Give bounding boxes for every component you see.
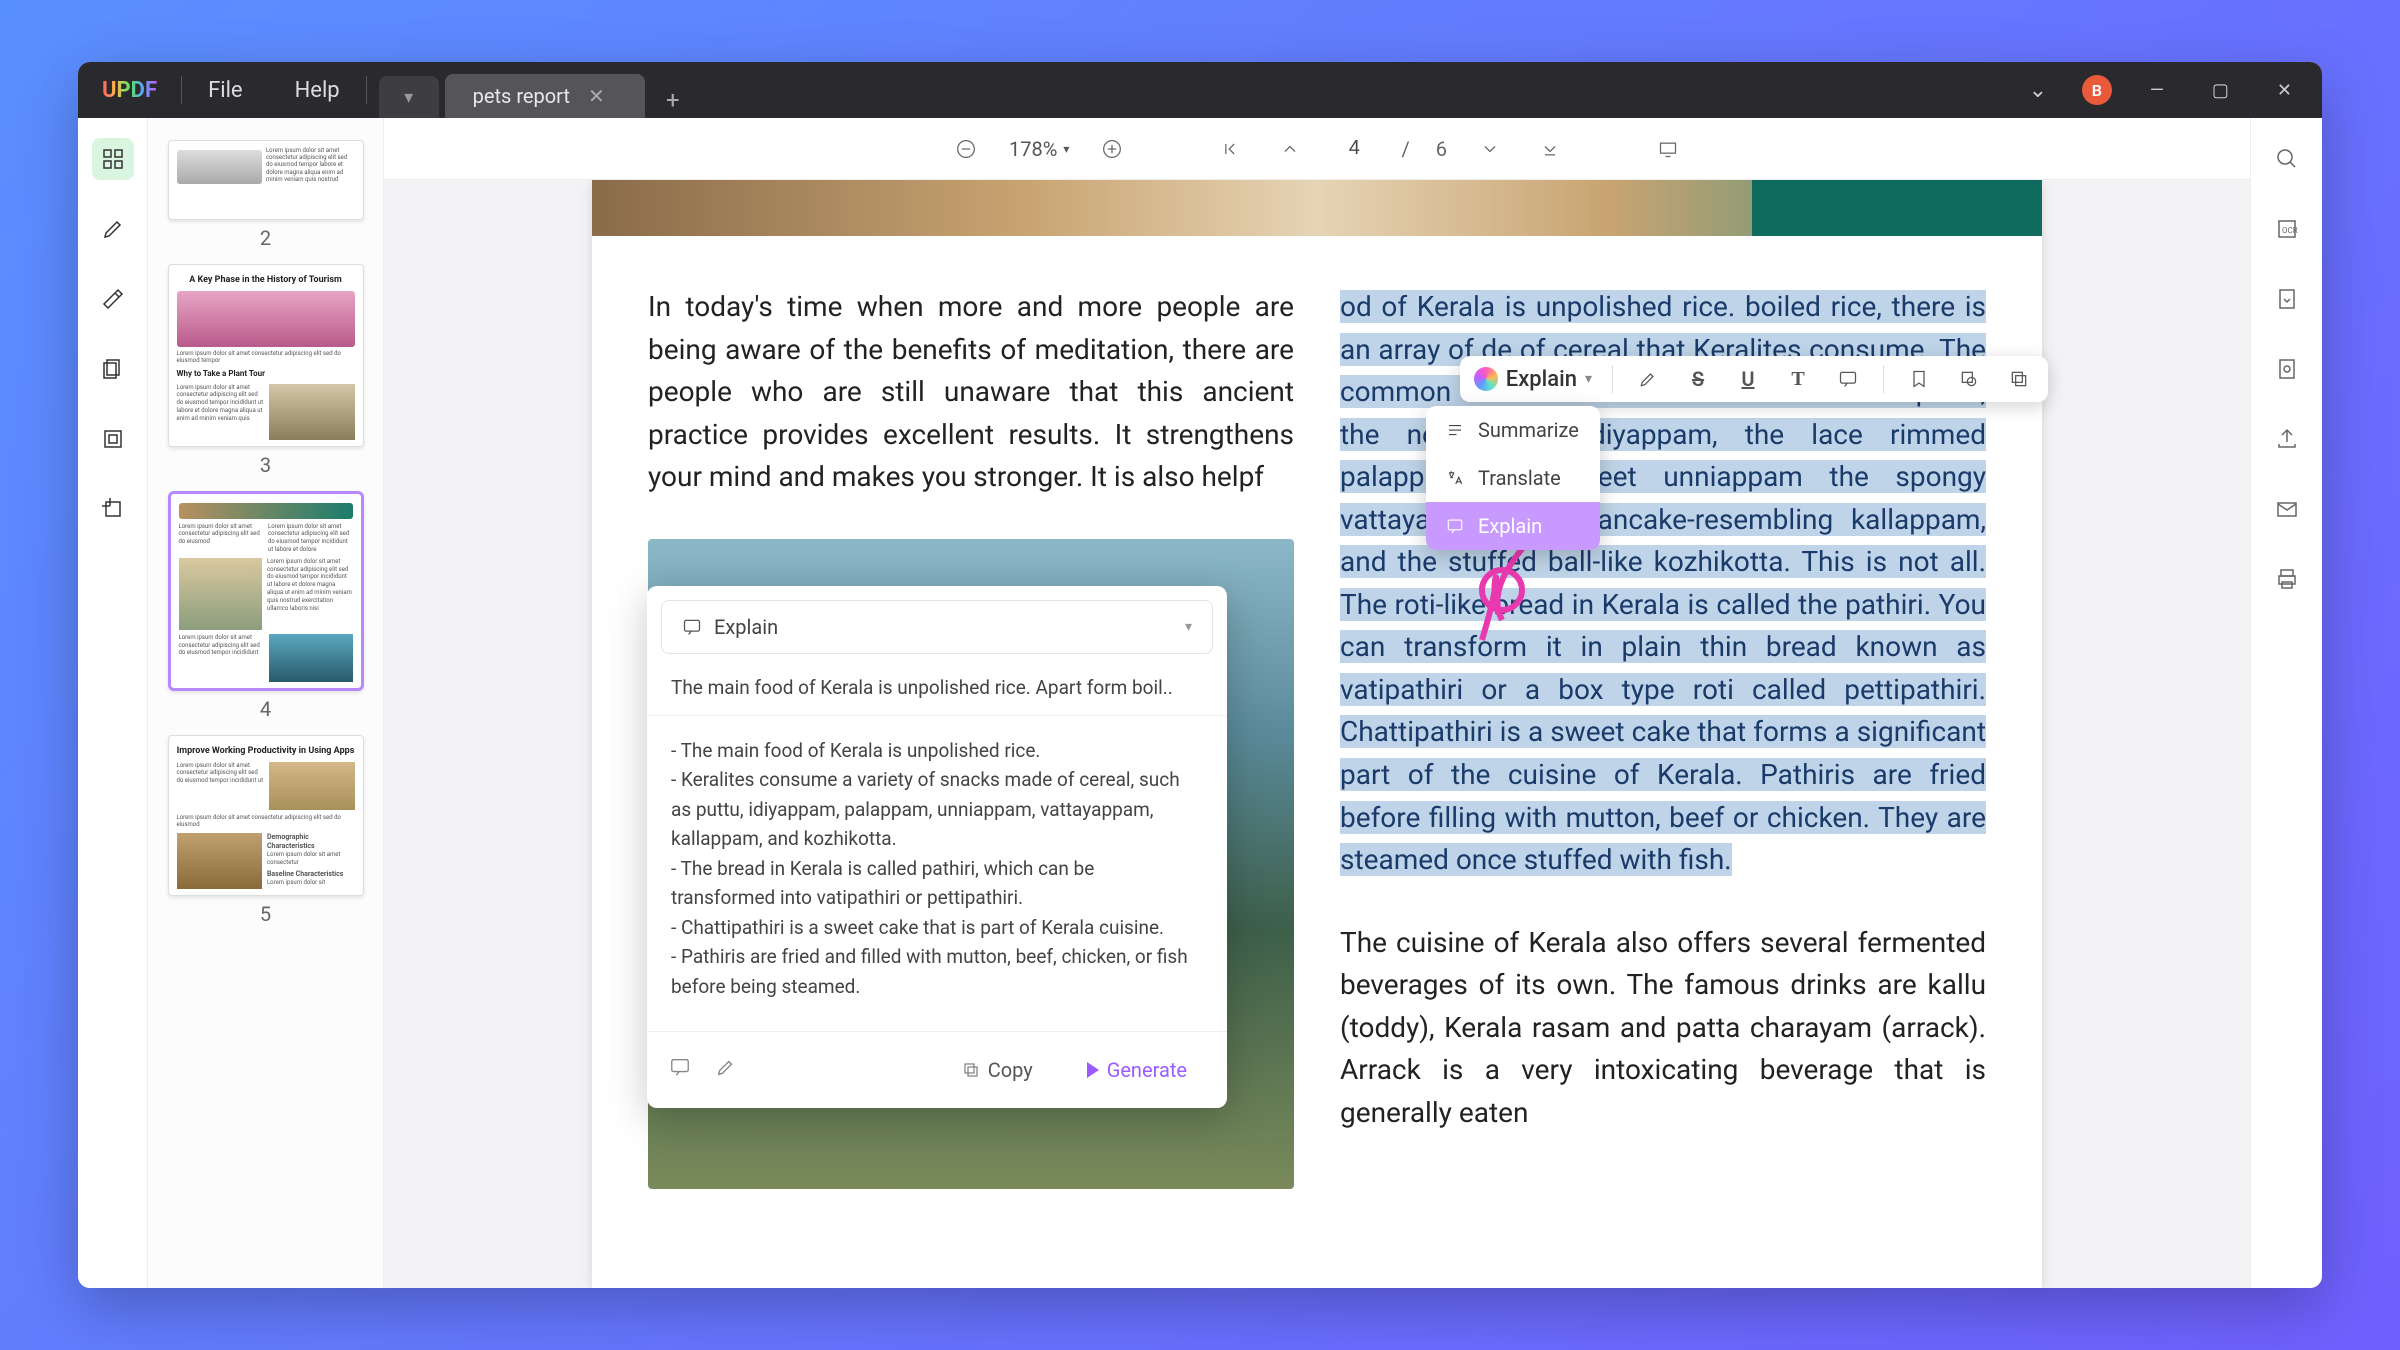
ai-popup-footer: Copy Generate [647, 1031, 1227, 1108]
chat-icon[interactable] [669, 1056, 697, 1084]
page-banner-image [592, 180, 2042, 236]
menu-item-translate[interactable]: Translate [1426, 454, 1600, 502]
generate-button[interactable]: Generate [1069, 1048, 1205, 1092]
copy-button[interactable] [2004, 364, 2034, 394]
email-button[interactable] [2266, 488, 2308, 530]
page-thumb-5[interactable]: Improve Working Productivity in Using Ap… [168, 735, 364, 896]
thumbnails-tool[interactable] [92, 138, 134, 180]
text-button[interactable]: T [1783, 364, 1813, 394]
ai-explain-dropdown[interactable]: Explain ▾ [1474, 367, 1592, 392]
page-toolbar: 178% ▾ / 6 [384, 118, 2250, 180]
search-button[interactable] [2266, 138, 2308, 180]
zoom-in-button[interactable] [1095, 132, 1129, 166]
thumb-subheading: Why to Take a Plant Tour [177, 369, 355, 379]
play-icon [1087, 1062, 1099, 1078]
close-tab-icon[interactable]: ✕ [588, 84, 605, 108]
copy-result-button[interactable]: Copy [944, 1048, 1051, 1092]
document-tab[interactable]: pets report ✕ [445, 74, 645, 118]
page-total: 6 [1436, 137, 1447, 161]
chevron-down-icon[interactable]: ⌄ [2022, 74, 2054, 106]
presentation-button[interactable] [1651, 132, 1685, 166]
document-viewport[interactable]: In today's time when more and more peopl… [384, 180, 2250, 1288]
thumb-number: 4 [166, 697, 365, 721]
thumb-number: 3 [166, 453, 365, 477]
pdf-page: In today's time when more and more peopl… [592, 180, 2042, 1288]
body: Lorem ipsum dolor sit amet consectetur a… [78, 118, 2322, 1288]
thumbnails-panel: Lorem ipsum dolor sit amet consectetur a… [148, 118, 384, 1288]
main-area: 178% ▾ / 6 In today's time whe [384, 118, 2250, 1288]
minimize-button[interactable]: — [2140, 80, 2174, 101]
menu-file[interactable]: File [182, 78, 269, 103]
home-tab[interactable]: ▾ [379, 76, 439, 118]
ocr-button[interactable]: OCR [2266, 208, 2308, 250]
underline-button[interactable]: U [1733, 364, 1763, 394]
prev-page-button[interactable] [1273, 132, 1307, 166]
ai-action-label: Explain [1506, 367, 1577, 392]
highlight-button[interactable] [1633, 364, 1663, 394]
menu-item-explain[interactable]: Explain [1426, 502, 1600, 550]
share-button[interactable] [2266, 418, 2308, 460]
close-button[interactable]: ✕ [2267, 80, 2302, 101]
search-selection-button[interactable] [1954, 364, 1984, 394]
bookmark-button[interactable] [1904, 364, 1934, 394]
separator [366, 76, 367, 104]
highlight-result-icon[interactable] [715, 1056, 743, 1084]
chevron-down-icon: ▾ [1185, 619, 1192, 635]
separator [1612, 365, 1613, 393]
thumb-subheading: Demographic Characteristics [267, 833, 355, 851]
thumb-heading: A Key Phase in the History of Tourism [177, 275, 355, 287]
chevron-down-icon: ▾ [1585, 371, 1592, 387]
first-page-button[interactable] [1213, 132, 1247, 166]
protect-button[interactable] [2266, 348, 2308, 390]
svg-text:OCR: OCR [2282, 226, 2298, 235]
next-page-button[interactable] [1473, 132, 1507, 166]
form-tool[interactable] [92, 418, 134, 460]
print-button[interactable] [2266, 558, 2308, 600]
page-thumb-2[interactable]: Lorem ipsum dolor sit amet consectetur a… [168, 140, 364, 220]
right-toolbar: OCR [2250, 118, 2322, 1288]
user-avatar[interactable]: B [2082, 75, 2112, 105]
menu-item-summarize[interactable]: Summarize [1426, 406, 1600, 454]
maximize-button[interactable]: ▢ [2202, 80, 2239, 101]
thumb-heading: Improve Working Productivity in Using Ap… [177, 746, 355, 758]
menu-help[interactable]: Help [269, 78, 366, 103]
pages-tool[interactable] [92, 348, 134, 390]
page-thumb-4[interactable]: Lorem ipsum dolor sit amet consectetur a… [168, 491, 364, 691]
ai-result-text: - The main food of Kerala is unpolished … [647, 716, 1227, 1031]
zoom-level[interactable]: 178% ▾ [1009, 137, 1069, 161]
separator [1883, 365, 1884, 393]
ai-sparkle-icon [1474, 367, 1498, 391]
thumb-number: 2 [166, 226, 365, 250]
titlebar: UPDF File Help ▾ pets report ✕ + ⌄ B — ▢… [78, 62, 2322, 118]
new-tab-button[interactable]: + [655, 82, 691, 118]
app-logo: UPDF [102, 78, 157, 103]
comment-button[interactable] [1833, 364, 1863, 394]
selection-toolbar: Explain ▾ S U T [1460, 356, 2048, 402]
highlight-tool[interactable] [92, 208, 134, 250]
body-text: In today's time when more and more peopl… [648, 286, 1294, 499]
tab-title: pets report [473, 84, 570, 108]
thumb-number: 5 [166, 902, 365, 926]
left-toolbar [78, 118, 148, 1288]
ai-source-text: The main food of Kerala is unpolished ri… [647, 668, 1227, 716]
ai-explain-popup: Explain ▾ The main food of Kerala is unp… [647, 586, 1227, 1108]
page-number-input[interactable] [1333, 137, 1375, 160]
tab-bar: ▾ pets report ✕ + [379, 62, 691, 118]
ai-popup-mode-label: Explain [714, 615, 778, 639]
page-thumb-3[interactable]: A Key Phase in the History of Tourism Lo… [168, 264, 364, 447]
last-page-button[interactable] [1533, 132, 1567, 166]
body-text: The cuisine of Kerala also offers severa… [1340, 922, 1986, 1135]
app-window: UPDF File Help ▾ pets report ✕ + ⌄ B — ▢… [78, 62, 2322, 1288]
thumb-subheading: Baseline Characteristics [267, 870, 355, 879]
strikethrough-button[interactable]: S [1683, 364, 1713, 394]
edit-tool[interactable] [92, 278, 134, 320]
convert-button[interactable] [2266, 278, 2308, 320]
crop-tool[interactable] [92, 488, 134, 530]
ai-actions-menu: Summarize Translate Explain [1426, 406, 1600, 550]
ai-popup-mode-select[interactable]: Explain ▾ [661, 600, 1213, 654]
titlebar-right: ⌄ B — ▢ ✕ [2022, 74, 2322, 106]
zoom-out-button[interactable] [949, 132, 983, 166]
page-separator: / [1401, 137, 1409, 161]
